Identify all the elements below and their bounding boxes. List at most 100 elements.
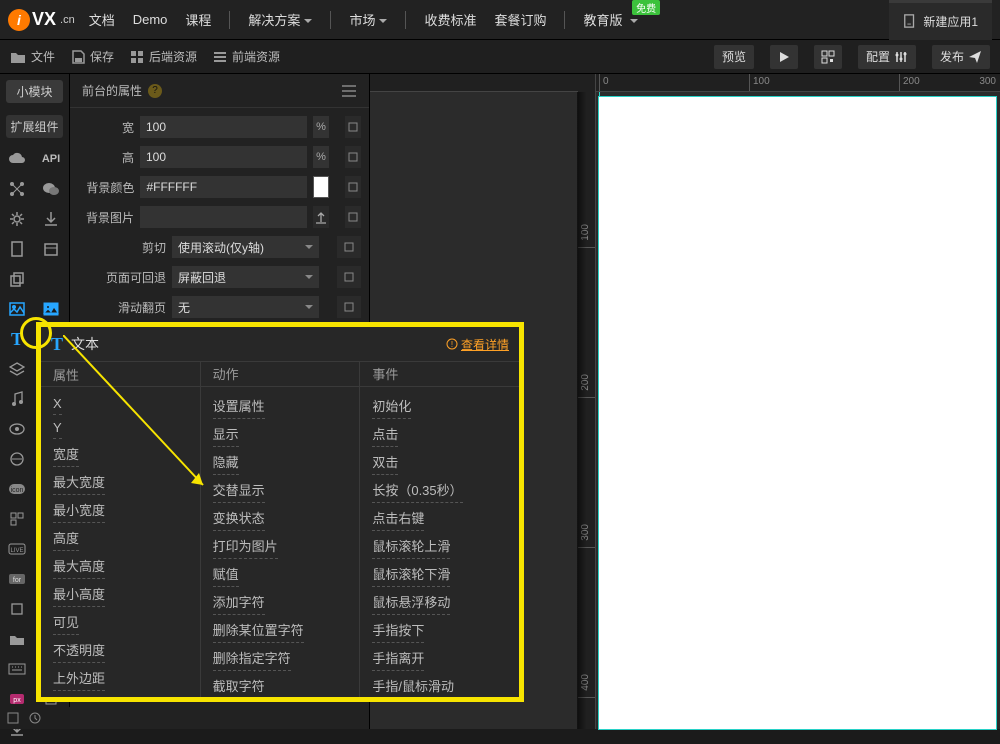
link-icon[interactable]: [337, 266, 361, 288]
doc-icon[interactable]: [0, 234, 34, 264]
attr-item[interactable]: 最大高度: [53, 553, 105, 579]
action-item[interactable]: 添加字符: [213, 589, 265, 615]
action-item[interactable]: 隐藏: [213, 449, 239, 475]
link-icon[interactable]: [345, 206, 361, 228]
bgcolor-input[interactable]: [140, 176, 307, 198]
attr-item[interactable]: 最小高度: [53, 581, 105, 607]
text-tool-icon[interactable]: T: [0, 324, 34, 354]
cloud-icon[interactable]: [0, 144, 34, 174]
menu-icon[interactable]: [341, 85, 357, 97]
color-swatch[interactable]: [313, 176, 328, 198]
nodes-icon[interactable]: [0, 174, 34, 204]
folder2-icon[interactable]: [0, 624, 34, 654]
width-unit[interactable]: %: [313, 116, 329, 138]
attr-item[interactable]: 不透明度: [53, 637, 105, 663]
config-button[interactable]: 配置: [858, 45, 916, 69]
file-menu[interactable]: 文件: [10, 48, 55, 65]
event-item[interactable]: 鼠标悬浮移动: [372, 589, 450, 615]
bgimg-input[interactable]: [140, 206, 307, 228]
backend-resources[interactable]: 后端资源: [130, 48, 197, 65]
logo[interactable]: i VX .cn: [8, 9, 75, 31]
link-icon[interactable]: [345, 116, 361, 138]
nav-course[interactable]: 课程: [185, 10, 211, 29]
attr-item[interactable]: 上外边距: [53, 665, 105, 691]
attr-item[interactable]: 宽度: [53, 441, 79, 467]
link-icon[interactable]: [345, 176, 361, 198]
gear-icon[interactable]: [0, 204, 34, 234]
play-button[interactable]: [770, 45, 798, 69]
event-item[interactable]: 双击: [372, 449, 398, 475]
clip-select[interactable]: 使用滚动(仅y轴): [172, 236, 319, 258]
width-input[interactable]: [140, 116, 307, 138]
small-module-tab[interactable]: 小模块: [6, 80, 63, 103]
action-item[interactable]: 打印为图片: [213, 533, 278, 559]
event-item[interactable]: 手指按下: [372, 617, 424, 643]
attr-item[interactable]: 最小宽度: [53, 497, 105, 523]
square-icon[interactable]: [0, 594, 34, 624]
history-icon[interactable]: [28, 711, 42, 725]
eye-icon[interactable]: [0, 414, 34, 444]
nav-docs[interactable]: 文档: [89, 10, 115, 29]
calendar-icon[interactable]: [34, 234, 68, 264]
action-item[interactable]: 变换状态: [213, 505, 265, 531]
height-input[interactable]: [140, 146, 307, 168]
layers-icon[interactable]: [0, 354, 34, 384]
swipe-select[interactable]: 无: [172, 296, 319, 318]
event-item[interactable]: 鼠标滚轮下滑: [372, 561, 450, 587]
stage[interactable]: [599, 97, 996, 729]
attr-item[interactable]: 最大宽度: [53, 469, 105, 495]
qr2-icon[interactable]: [0, 504, 34, 534]
keyboard-icon[interactable]: [0, 654, 34, 684]
wechat-icon[interactable]: [34, 174, 68, 204]
event-item[interactable]: 手指/鼠标滑动: [372, 673, 454, 697]
event-item[interactable]: 点击右键: [372, 505, 424, 531]
link-icon[interactable]: [337, 296, 361, 318]
attr-item[interactable]: 下外边距: [53, 693, 105, 697]
action-item[interactable]: 设置属性: [213, 393, 265, 419]
nav-edu[interactable]: 教育版 免费: [583, 10, 638, 29]
event-item[interactable]: 鼠标滚轮上滑: [372, 533, 450, 559]
ie-icon[interactable]: [0, 444, 34, 474]
action-item[interactable]: 截取字符: [213, 673, 265, 697]
save-button[interactable]: 保存: [71, 48, 114, 65]
music-icon[interactable]: [0, 384, 34, 414]
nav-packages[interactable]: 套餐订购: [494, 10, 546, 29]
image2-icon[interactable]: [34, 294, 68, 324]
nav-market[interactable]: 市场: [349, 10, 387, 29]
publish-button[interactable]: 发布: [932, 45, 990, 69]
copy-icon[interactable]: [0, 264, 34, 294]
icon-badge[interactable]: icon: [0, 474, 34, 504]
app-tab[interactable]: 新建应用1: [889, 0, 992, 40]
expand-icon[interactable]: [6, 711, 20, 725]
preview-button[interactable]: 预览: [714, 45, 754, 69]
help-icon[interactable]: ?: [148, 84, 162, 98]
attr-item[interactable]: Y: [53, 417, 62, 439]
for-icon[interactable]: for: [0, 564, 34, 594]
detail-link[interactable]: ! 查看详情: [446, 336, 509, 353]
action-item[interactable]: 显示: [213, 421, 239, 447]
upload-icon[interactable]: [313, 206, 329, 228]
attr-item[interactable]: X: [53, 393, 62, 415]
attr-item[interactable]: 高度: [53, 525, 79, 551]
link-icon[interactable]: [337, 236, 361, 258]
download-icon[interactable]: [34, 204, 68, 234]
nav-pricing[interactable]: 收费标准: [424, 10, 476, 29]
frontend-resources[interactable]: 前端资源: [213, 48, 280, 65]
live-icon[interactable]: LIVE: [0, 534, 34, 564]
image-icon[interactable]: [0, 294, 34, 324]
qr-button[interactable]: [814, 45, 842, 69]
nav-demo[interactable]: Demo: [133, 12, 168, 27]
attr-item[interactable]: 可见: [53, 609, 79, 635]
event-item[interactable]: 手指离开: [372, 645, 424, 671]
api-label[interactable]: API: [34, 144, 68, 174]
back-select[interactable]: 屏蔽回退: [172, 266, 319, 288]
action-item[interactable]: 交替显示: [213, 477, 265, 503]
height-unit[interactable]: %: [313, 146, 329, 168]
link-icon[interactable]: [345, 146, 361, 168]
nav-solutions[interactable]: 解决方案: [248, 10, 312, 29]
event-item[interactable]: 长按（0.35秒）: [372, 477, 462, 503]
event-item[interactable]: 点击: [372, 421, 398, 447]
extension-tab[interactable]: 扩展组件: [6, 115, 63, 138]
action-item[interactable]: 删除某位置字符: [213, 617, 304, 643]
action-item[interactable]: 赋值: [213, 561, 239, 587]
